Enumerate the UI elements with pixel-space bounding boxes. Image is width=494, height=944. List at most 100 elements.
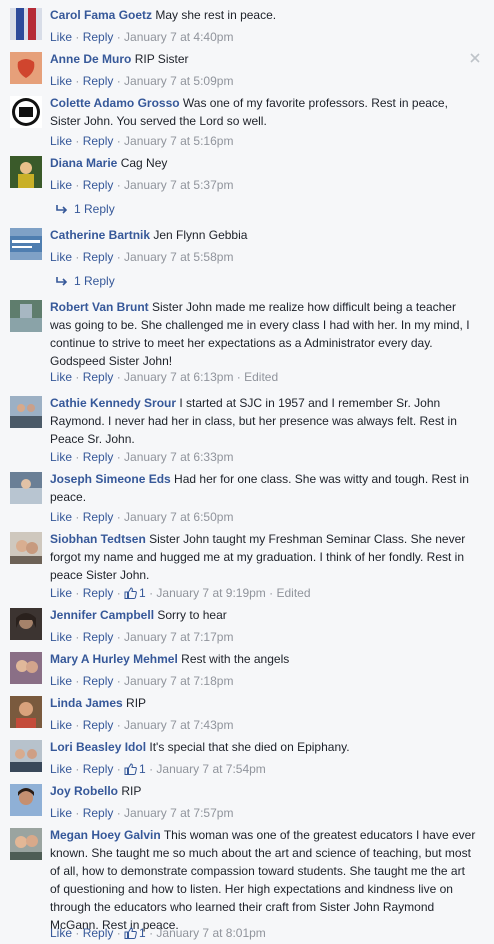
comment-author[interactable]: Siobhan Tedtsen xyxy=(50,532,146,546)
avatar[interactable] xyxy=(10,608,42,640)
avatar[interactable] xyxy=(10,532,42,564)
like-link[interactable]: Like xyxy=(50,74,72,88)
like-link[interactable]: Like xyxy=(50,370,72,384)
like-link[interactable]: Like xyxy=(50,762,72,776)
like-link[interactable]: Like xyxy=(50,806,72,820)
comment-author[interactable]: Joseph Simeone Eds xyxy=(50,472,171,486)
timestamp[interactable]: January 7 at 7:17pm xyxy=(124,630,233,644)
timestamp[interactable]: January 7 at 4:40pm xyxy=(124,30,233,44)
comment-body: Cathie Kennedy Srour I started at SJC in… xyxy=(50,394,478,448)
avatar[interactable] xyxy=(10,96,42,128)
view-replies-link[interactable]: 1 Reply xyxy=(56,274,115,288)
avatar[interactable] xyxy=(10,396,42,428)
like-link[interactable]: Like xyxy=(50,718,72,732)
avatar[interactable] xyxy=(10,784,42,816)
reply-link[interactable]: Reply xyxy=(83,718,114,732)
avatar[interactable] xyxy=(10,228,42,260)
timestamp[interactable]: January 7 at 7:57pm xyxy=(124,806,233,820)
timestamp[interactable]: January 7 at 9:19pm xyxy=(156,586,265,600)
comment-author[interactable]: Diana Marie xyxy=(50,156,117,170)
avatar[interactable] xyxy=(10,652,42,684)
comment-author[interactable]: Lori Beasley Idol xyxy=(50,740,146,754)
avatar[interactable] xyxy=(10,740,42,772)
timestamp[interactable]: January 7 at 5:16pm xyxy=(124,134,233,148)
avatar[interactable] xyxy=(10,52,42,84)
comment-author[interactable]: Joy Robello xyxy=(50,784,118,798)
reply-link[interactable]: Reply xyxy=(83,250,114,264)
like-link[interactable]: Like xyxy=(50,674,72,688)
comment-author[interactable]: Jennifer Campbell xyxy=(50,608,154,622)
timestamp[interactable]: January 7 at 7:18pm xyxy=(124,674,233,688)
comment-author[interactable]: Megan Hoey Galvin xyxy=(50,828,161,842)
like-link[interactable]: Like xyxy=(50,178,72,192)
like-link[interactable]: Like xyxy=(50,134,72,148)
comment-text: Jen Flynn Gebbia xyxy=(153,228,248,242)
like-link[interactable]: Like xyxy=(50,450,72,464)
comment-author[interactable]: Cathie Kennedy Srour xyxy=(50,396,176,410)
timestamp[interactable]: January 7 at 5:09pm xyxy=(124,74,233,88)
comment-body: Diana Marie Cag Ney xyxy=(50,154,478,172)
reply-link[interactable]: Reply xyxy=(83,926,114,940)
comment-actions: Like · Reply · January 7 at 6:50pm xyxy=(50,510,234,524)
thumbs-up-icon xyxy=(124,587,137,599)
comment-body: Anne De Muro RIP Sister xyxy=(50,50,478,68)
edited-label[interactable]: Edited xyxy=(276,586,310,600)
like-link[interactable]: Like xyxy=(50,926,72,940)
comment-author[interactable]: Colette Adamo Grosso xyxy=(50,96,180,110)
like-count[interactable]: 1 xyxy=(124,926,146,940)
view-replies-link[interactable]: 1 Reply xyxy=(56,202,115,216)
comment-actions: Like · Reply · January 7 at 5:09pm xyxy=(50,74,234,88)
like-link[interactable]: Like xyxy=(50,30,72,44)
comment-author[interactable]: Carol Fama Goetz xyxy=(50,8,152,22)
timestamp[interactable]: January 7 at 6:13pm xyxy=(124,370,233,384)
comment-actions: Like · Reply · January 7 at 6:33pm xyxy=(50,450,234,464)
comment-actions: Like · Reply · 1 · January 7 at 7:54pm xyxy=(50,762,266,776)
comment-body: Lori Beasley Idol It's special that she … xyxy=(50,738,478,756)
comment-author[interactable]: Linda James xyxy=(50,696,123,710)
reply-link[interactable]: Reply xyxy=(83,450,114,464)
comment-author[interactable]: Robert Van Brunt xyxy=(50,300,149,314)
comment-actions: Like · Reply · January 7 at 7:57pm xyxy=(50,806,234,820)
replies-count: 1 Reply xyxy=(74,202,115,216)
comment-author[interactable]: Mary A Hurley Mehmel xyxy=(50,652,178,666)
avatar[interactable] xyxy=(10,828,42,860)
timestamp[interactable]: January 7 at 6:33pm xyxy=(124,450,233,464)
reply-arrow-icon xyxy=(56,277,68,286)
comment-author[interactable]: Anne De Muro xyxy=(50,52,131,66)
edited-label[interactable]: Edited xyxy=(244,370,278,384)
avatar[interactable] xyxy=(10,472,42,504)
avatar[interactable] xyxy=(10,8,42,40)
reply-link[interactable]: Reply xyxy=(83,178,114,192)
like-link[interactable]: Like xyxy=(50,250,72,264)
like-link[interactable]: Like xyxy=(50,510,72,524)
reply-link[interactable]: Reply xyxy=(83,674,114,688)
like-count[interactable]: 1 xyxy=(124,586,146,600)
avatar[interactable] xyxy=(10,300,42,332)
reply-link[interactable]: Reply xyxy=(83,586,114,600)
timestamp[interactable]: January 7 at 5:58pm xyxy=(124,250,233,264)
reply-link[interactable]: Reply xyxy=(83,806,114,820)
avatar[interactable] xyxy=(10,156,42,188)
reply-link[interactable]: Reply xyxy=(83,74,114,88)
reply-link[interactable]: Reply xyxy=(83,134,114,148)
reply-link[interactable]: Reply xyxy=(83,762,114,776)
like-link[interactable]: Like xyxy=(50,586,72,600)
timestamp[interactable]: January 7 at 7:54pm xyxy=(156,762,265,776)
timestamp[interactable]: January 7 at 5:37pm xyxy=(124,178,233,192)
timestamp[interactable]: January 7 at 6:50pm xyxy=(124,510,233,524)
comment-body: Jennifer Campbell Sorry to hear xyxy=(50,606,478,624)
comment-text: Rest with the angels xyxy=(181,652,290,666)
reply-link[interactable]: Reply xyxy=(83,630,114,644)
comment-body: Colette Adamo Grosso Was one of my favor… xyxy=(50,94,478,130)
reply-link[interactable]: Reply xyxy=(83,30,114,44)
reply-link[interactable]: Reply xyxy=(83,510,114,524)
avatar[interactable] xyxy=(10,696,42,728)
timestamp[interactable]: January 7 at 8:01pm xyxy=(156,926,265,940)
timestamp[interactable]: January 7 at 7:43pm xyxy=(124,718,233,732)
comment-actions: Like · Reply · January 7 at 7:17pm xyxy=(50,630,234,644)
like-link[interactable]: Like xyxy=(50,630,72,644)
like-count[interactable]: 1 xyxy=(124,762,146,776)
reply-link[interactable]: Reply xyxy=(83,370,114,384)
comment-author[interactable]: Catherine Bartnik xyxy=(50,228,150,242)
comment-text: Sorry to hear xyxy=(157,608,227,622)
